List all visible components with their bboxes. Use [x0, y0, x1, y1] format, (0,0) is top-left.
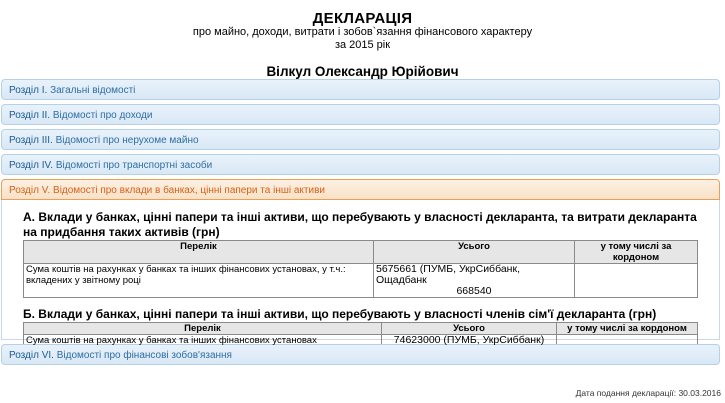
- declaration-header: ДЕКЛАРАЦІЯ про майно, доходи, витрати і …: [0, 0, 725, 80]
- column-header: у тому числі за кордоном: [556, 322, 698, 335]
- section-1-header[interactable]: Розділ I. Загальні відомості: [1, 79, 720, 100]
- section-title: Відомості про нерухоме майно: [55, 135, 199, 146]
- section-title: Відомості про доходи: [52, 110, 153, 121]
- row-abroad: [574, 263, 698, 298]
- column-header: Перелік: [23, 322, 382, 335]
- part-b-title: Б. Вклади у банках, цінні папери та інші…: [23, 307, 657, 321]
- declarant-name: Вілкул Олександр Юрійович: [266, 64, 459, 79]
- sections-accordion: Розділ I. Загальні відомості Розділ II. …: [1, 79, 720, 369]
- table-row: Сума коштів на рахунках у банках та інши…: [23, 263, 698, 298]
- table-header-row: Перелік Усього у тому числі за кордоном: [23, 322, 698, 335]
- section-title: Загальні відомості: [50, 85, 136, 96]
- document-title: ДЕКЛАРАЦІЯ: [312, 10, 413, 27]
- section-number: Розділ IV.: [9, 160, 54, 171]
- section-3-header[interactable]: Розділ III. Відомості про нерухоме майно: [1, 129, 720, 150]
- section-6-header[interactable]: Розділ VI. Відомості про фінансові зобов…: [1, 344, 720, 365]
- column-header: Усього: [381, 322, 557, 335]
- section-5-header[interactable]: Розділ V. Відомості про вклади в банках,…: [1, 179, 720, 200]
- submission-date: Дата подання декларації: 30.03.2016: [575, 388, 721, 398]
- row-total-invested: 668540: [456, 285, 492, 297]
- document-year: за 2015 рік: [334, 39, 391, 51]
- section-number: Розділ VI.: [9, 350, 54, 361]
- column-header: у тому числі за кордоном: [574, 240, 698, 264]
- row-name: Сума коштів на рахунках у банках та інши…: [23, 263, 374, 298]
- row-total: 5675661 (ПУМБ, УкрСиббанк, Ощадбанк: [376, 263, 520, 286]
- document-subtitle: про майно, доходи, витрати і зобов`язанн…: [192, 26, 533, 38]
- table-header-row: Перелік Усього у тому числі за кордоном: [23, 240, 698, 264]
- section-number: Розділ III.: [9, 135, 53, 146]
- section-5-panel: А. Вклади у банках, цінні папери та інші…: [1, 200, 720, 347]
- section-number: Розділ I.: [9, 85, 48, 96]
- section-4-header[interactable]: Розділ IV. Відомості про транспортні зас…: [1, 154, 720, 175]
- section-title: Відомості про фінансові зобов'язання: [56, 350, 232, 361]
- column-header: Усього: [373, 240, 575, 264]
- part-a-table: Перелік Усього у тому числі за кордоном …: [23, 240, 698, 298]
- section-number: Розділ II.: [9, 110, 51, 121]
- part-a-title: А. Вклади у банках, цінні папери та інші…: [23, 210, 697, 239]
- row-total-cell: 5675661 (ПУМБ, УкрСиббанк, Ощадбанк 6685…: [373, 263, 575, 298]
- section-title: Відомості про транспортні засоби: [55, 160, 213, 171]
- column-header: Перелік: [23, 240, 374, 264]
- row-total: 74623000 (ПУМБ, УкрСиббанк): [381, 334, 557, 347]
- section-2-header[interactable]: Розділ II. Відомості про доходи: [1, 104, 720, 125]
